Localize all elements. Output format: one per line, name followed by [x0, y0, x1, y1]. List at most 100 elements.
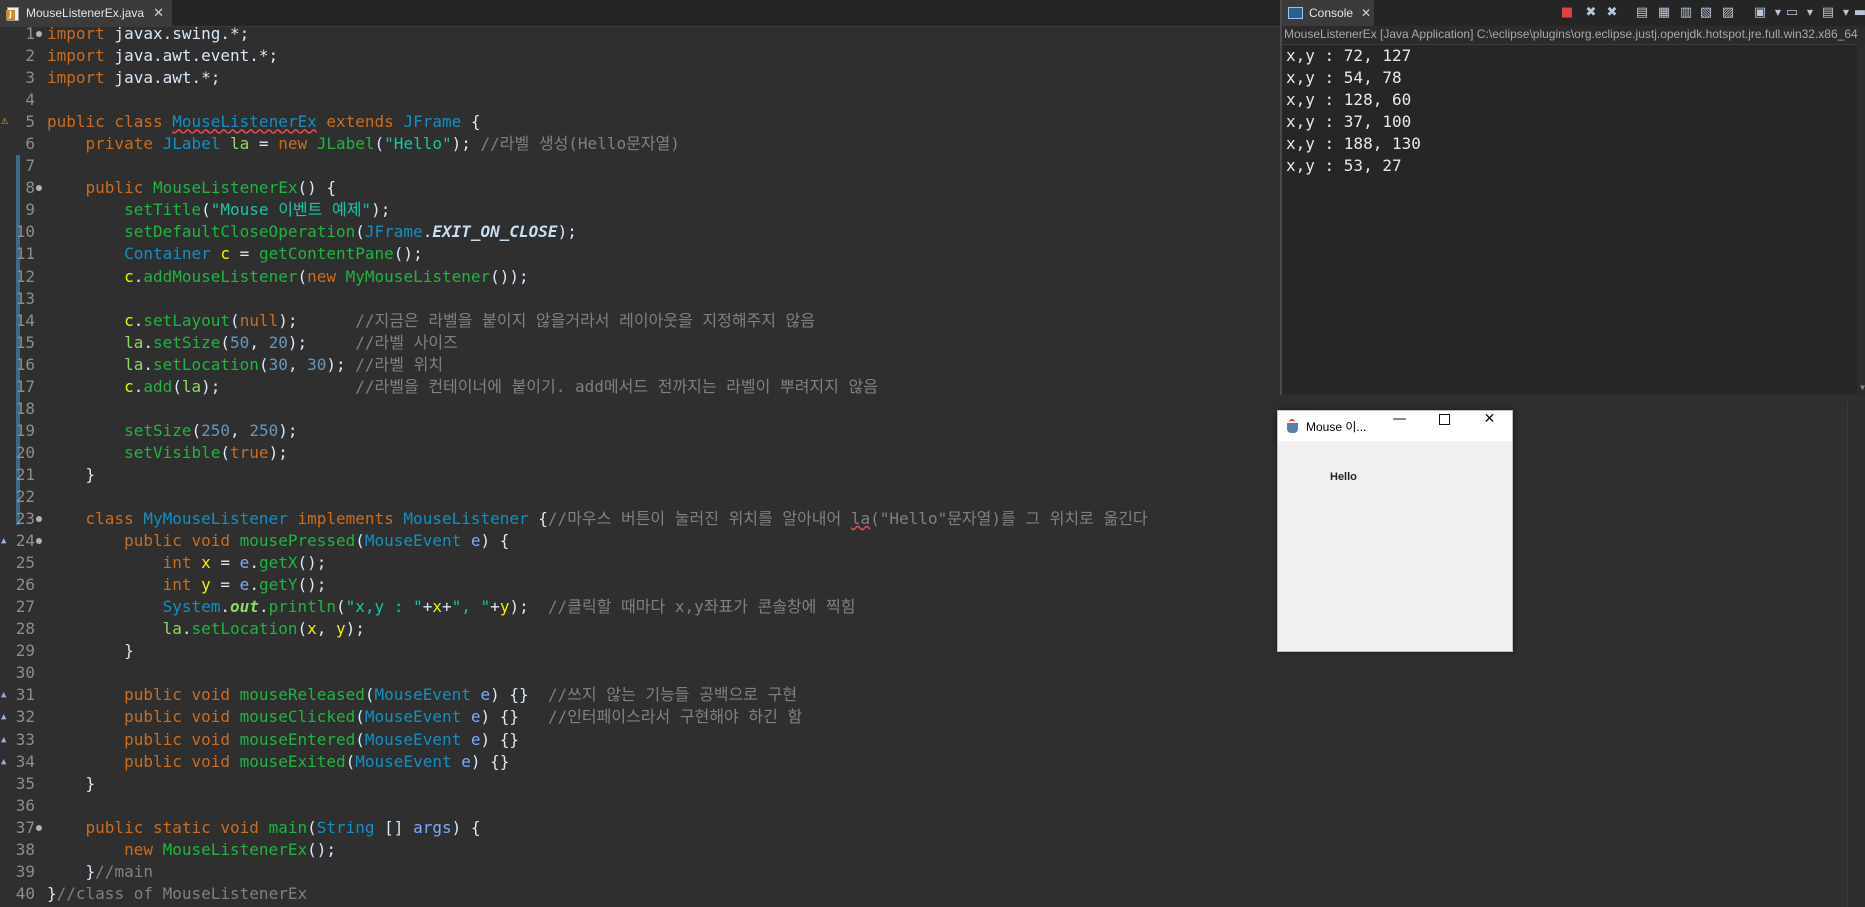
code-line[interactable]: 34 ▲ public void mouseExited(MouseEvent e…	[0, 751, 1280, 773]
code-token: c	[220, 244, 231, 264]
fold-toggle-icon[interactable]	[36, 538, 42, 545]
code-line[interactable]: 6 private JLabel la = new JLabel("Hello"…	[0, 133, 1280, 155]
minimize-button[interactable]: —	[1377, 411, 1422, 441]
code-line[interactable]: 5 ⚠ public class MouseListenerEx extends J…	[0, 111, 1280, 133]
override-icon[interactable]: ▲	[1, 712, 11, 722]
fold-toggle-icon[interactable]	[36, 516, 42, 523]
chevron-down-icon[interactable]: ▼	[1802, 5, 1818, 21]
override-icon[interactable]: ▲	[1, 690, 11, 700]
code-text: la.setLocation(30, 30); //라벨 위치	[47, 354, 443, 376]
code-line[interactable]: 35 }	[0, 773, 1280, 795]
close-icon[interactable]: ✕	[1361, 6, 1371, 20]
remove-all-icon[interactable]: ✖	[1604, 5, 1620, 21]
fold-toggle-icon[interactable]	[36, 31, 42, 37]
code-line[interactable]: 12 c.addMouseListener(new MyMouseListene…	[0, 266, 1280, 288]
code-line[interactable]: 3 import java.awt.*;	[0, 67, 1280, 89]
code-line[interactable]: 38 new MouseListenerEx();	[0, 839, 1280, 861]
code-line[interactable]: 20 setVisible(true);	[0, 442, 1280, 464]
code-line[interactable]: 19 setSize(250, 250);	[0, 420, 1280, 442]
code-token: }	[47, 861, 96, 881]
code-line[interactable]: 39 }//main	[0, 861, 1280, 883]
code-line[interactable]: 17 c.add(la); //라벨을 컨테이너에 붙이기. add메서드 전까…	[0, 376, 1280, 398]
console-tab[interactable]: Console ✕	[1282, 0, 1374, 26]
code-line[interactable]: 15 la.setSize(50, 20); //라벨 사이즈	[0, 332, 1280, 354]
code-line[interactable]: 30	[0, 662, 1280, 684]
code-line[interactable]: 14 c.setLayout(null); //지금은 라벨을 붙이지 않을거라…	[0, 310, 1280, 332]
console-output[interactable]: x,y : 72, 127 x,y : 54, 78 x,y : 128, 60 x,…	[1282, 44, 1857, 393]
code-line[interactable]: 23 class MyMouseListener implements Mous…	[0, 508, 1280, 530]
code-token: {	[528, 509, 548, 529]
code-token: ();	[297, 575, 327, 595]
code-token: ) {}	[490, 685, 548, 705]
code-line[interactable]: 2 import java.awt.event.*;	[0, 45, 1280, 67]
code-line[interactable]: 29 }	[0, 640, 1280, 662]
code-token: );	[278, 310, 356, 330]
maximize-button[interactable]	[1422, 411, 1467, 441]
code-line[interactable]: 33 ▲ public void mouseEntered(MouseEvent …	[0, 729, 1280, 751]
override-icon[interactable]: ▲	[1, 735, 11, 745]
line-number: 1	[25, 24, 35, 43]
terminate-icon[interactable]: ■	[1559, 5, 1575, 21]
code-line[interactable]: 9 setTitle("Mouse 이벤트 예제");	[0, 199, 1280, 221]
code-token: (	[374, 134, 385, 154]
code-line[interactable]: 36	[0, 795, 1280, 817]
code-line[interactable]: 40}//class of MouseListenerEx	[0, 883, 1280, 905]
fold-toggle-icon[interactable]	[36, 824, 42, 831]
code-token: import	[47, 68, 105, 88]
code-line[interactable]: 18	[0, 398, 1280, 420]
remove-launch-icon[interactable]: ✖	[1583, 5, 1599, 21]
code-line[interactable]: 28 la.setLocation(x, y);	[0, 618, 1280, 640]
code-line[interactable]: 1 import javax.swing.*;	[0, 23, 1280, 45]
code-line[interactable]: 8 public MouseListenerEx() {	[0, 177, 1280, 199]
code-line[interactable]: 26 int y = e.getY();	[0, 574, 1280, 596]
code-token: public void	[124, 531, 240, 551]
fold-toggle-icon[interactable]	[36, 185, 42, 192]
override-icon[interactable]: ▲	[1, 536, 11, 546]
word-wrap-icon[interactable]: ▦	[1656, 5, 1672, 21]
code-line[interactable]: 24 ▲ public void mousePressed(MouseEvent …	[0, 530, 1280, 552]
close-button[interactable]: ✕	[1467, 411, 1512, 441]
display-console-icon[interactable]: ▨	[1720, 5, 1736, 21]
minimize-icon[interactable]: ▬	[1852, 5, 1865, 21]
close-icon[interactable]: ✕	[153, 5, 164, 21]
code-line[interactable]: 22	[0, 486, 1280, 508]
code-line[interactable]: 21 }	[0, 464, 1280, 486]
open-console-icon[interactable]: ▣	[1752, 5, 1768, 21]
console-scrollbar[interactable]: ▼	[1858, 44, 1865, 392]
code-token: ) {	[451, 817, 481, 837]
code-editor[interactable]: J MouseListenerEx.java ✕ 1 import javax.s…	[0, 0, 1280, 907]
code-token: java.awt.*;	[104, 68, 221, 88]
line-number: 8	[25, 178, 35, 198]
code-line[interactable]: 25 int x = e.getX();	[0, 552, 1280, 574]
line-number: 35	[15, 773, 35, 793]
code-line[interactable]: 4	[0, 89, 1280, 111]
code-line[interactable]: 37 public static void main(String [] arg…	[0, 817, 1280, 839]
code-line[interactable]: 13	[0, 288, 1280, 310]
code-area[interactable]: 1 import javax.swing.*; 2 import java.awt.e…	[0, 23, 1280, 905]
vertical-scrollbar[interactable]	[1847, 402, 1865, 907]
code-token: private	[85, 134, 163, 154]
code-line[interactable]: 31 ▲ public void mouseReleased(MouseEvent…	[0, 684, 1280, 706]
console-tab-bar: Console ✕ ■ ✖ ✖ ▤ ▦ ▥ ▧ ▨ ▣ ▼ ▭ ▼ ▤ ▼ ▬	[1282, 0, 1865, 26]
pin-icon[interactable]: ▥	[1678, 5, 1694, 21]
scroll-lock-icon[interactable]: ▤	[1634, 5, 1650, 21]
code-token: );	[557, 222, 577, 242]
code-token: public void	[124, 707, 240, 727]
window-title-bar[interactable]: Mouse 이... — ✕	[1278, 411, 1512, 441]
code-line[interactable]: 11 Container c = getContentPane();	[0, 243, 1280, 265]
code-line[interactable]: 10 setDefaultCloseOperation(JFrame.EXIT_…	[0, 221, 1280, 243]
override-icon[interactable]: ▲	[1, 757, 11, 767]
code-token: add	[143, 376, 173, 396]
code-line[interactable]: 27 System.out.println("x,y : "+x+", "+y)…	[0, 596, 1280, 618]
display-selected-icon[interactable]: ▭	[1784, 5, 1800, 21]
show-on-output-icon[interactable]: ▧	[1698, 5, 1714, 21]
code-line[interactable]: 16 la.setLocation(30, 30); //라벨 위치	[0, 354, 1280, 376]
code-token: la	[181, 376, 202, 396]
app-window[interactable]: Mouse 이... — ✕ Hello	[1277, 410, 1513, 652]
new-console-icon[interactable]: ▤	[1820, 5, 1836, 21]
code-token: ) {}	[480, 729, 520, 749]
code-line[interactable]: 7	[0, 155, 1280, 177]
code-line[interactable]: 32 ▲ public void mouseClicked(MouseEvent …	[0, 706, 1280, 728]
warning-icon[interactable]: ⚠	[1, 114, 11, 126]
